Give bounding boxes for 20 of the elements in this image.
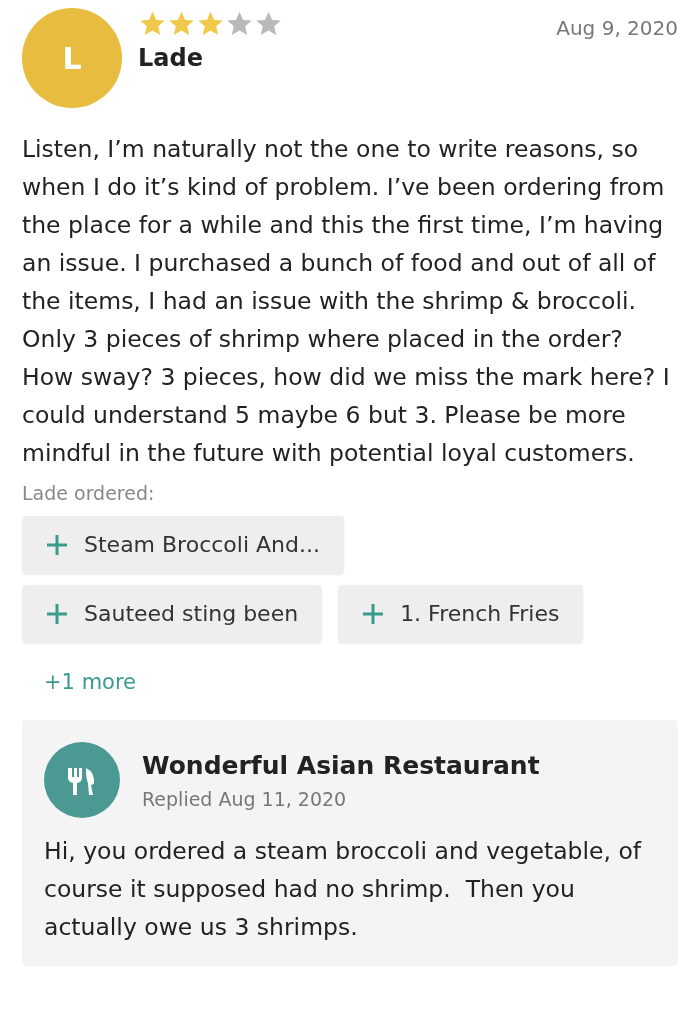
reply-date: Replied Aug 11, 2020 <box>142 787 348 810</box>
review-text: Listen, I’m naturally not the one to write reasons, so when I do it’s kind of problem. I’ve been ordering from the place for a while and this the first time, I’m having an issue. I purchased a bunch of food and out of all of the items, I had an issue with the shrimp & broccoli. Only 3 pieces of shrimp where placed in the order? How sway? 3 pieces, how did we miss the mark here? I could understand 5 maybe 6 but 3. Please be more mindful in the future with potential loyal customers. <box>22 134 671 469</box>
star-icon <box>196 10 225 38</box>
ordered-item-chip[interactable]: 1. French Fries <box>338 585 584 642</box>
plus-icon <box>46 533 68 556</box>
star-icon <box>138 10 167 38</box>
star-icon <box>167 10 196 38</box>
fork-knife-avatar-icon <box>44 742 120 818</box>
ordered-item-chip[interactable]: Steam Broccoli And... <box>22 516 344 573</box>
review-date: Aug 9, 2020 <box>556 15 678 40</box>
ordered-item-chip[interactable]: Sauteed sting been <box>22 585 323 642</box>
reply-text: Hi, you ordered a steam broccoli and vegetable, of course it supposed had no shrimp. Then you actually owe us 3 shrimps. <box>44 836 643 943</box>
ordered-label: Lade ordered: <box>22 482 156 504</box>
plus-icon <box>362 602 385 625</box>
reviewer-name: Lade <box>138 44 204 72</box>
star-icon <box>225 10 254 38</box>
avatar: L <box>22 8 122 108</box>
star-icon <box>254 10 283 38</box>
plus-icon <box>46 602 68 625</box>
restaurant-name: Wonderful Asian Restaurant <box>142 750 540 780</box>
